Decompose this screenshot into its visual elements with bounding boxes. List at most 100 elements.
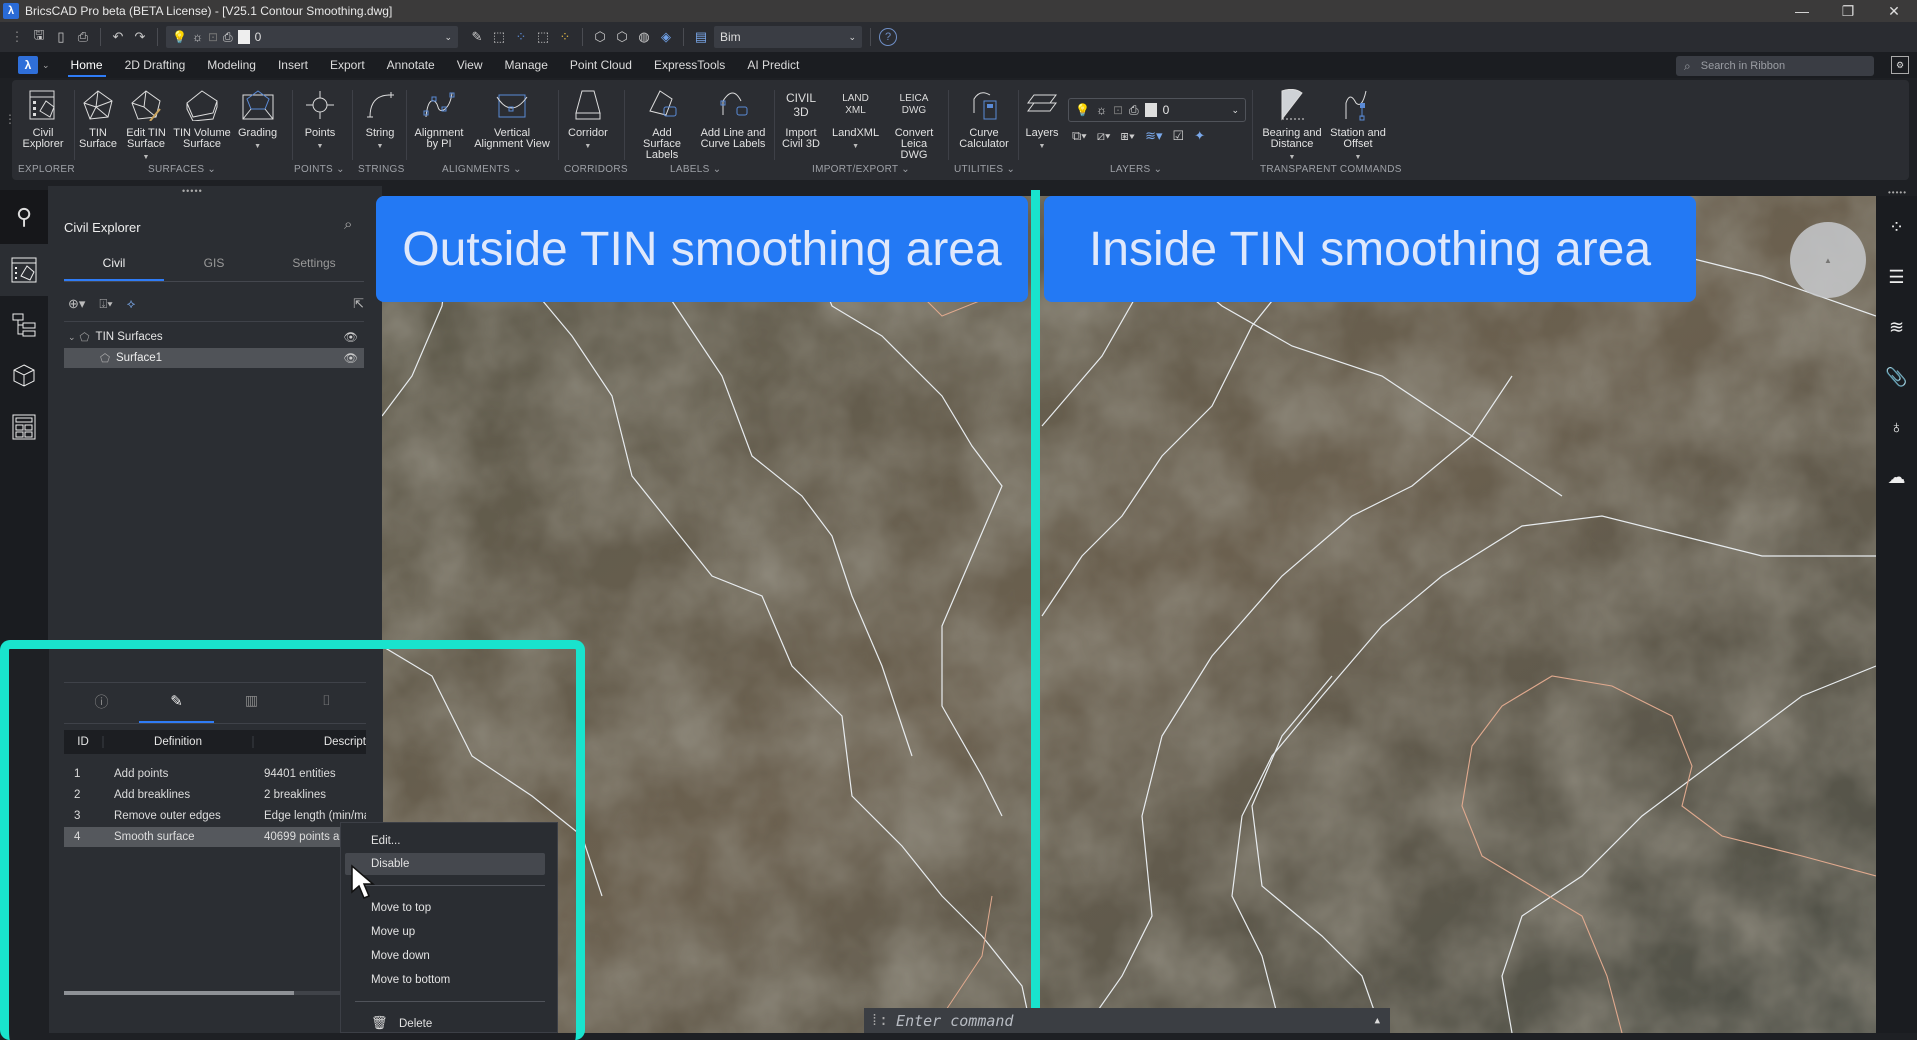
tree-item-surface1[interactable]: ⬠ Surface1 👁	[64, 348, 364, 368]
convert-leica-button[interactable]: LEICA DWG Convert Leica DWG	[886, 86, 942, 161]
tin-volume-surface-button[interactable]: TIN Volume Surface	[172, 86, 232, 150]
landxml-button[interactable]: LAND XML LandXML ▼	[832, 86, 879, 152]
attach-surface-icon[interactable]: ⟡	[127, 296, 136, 312]
cube-hidden-icon[interactable]: ⬡	[613, 28, 631, 46]
restore-button[interactable]: ❐	[1825, 0, 1871, 22]
group-label-utilities[interactable]: UTILITIES ⌄	[954, 164, 1015, 175]
group-label-import-export[interactable]: IMPORT/EXPORT ⌄	[812, 164, 910, 175]
menu-item-disable-label[interactable]: Disable	[371, 858, 409, 870]
redo-icon[interactable]: ↷	[131, 28, 149, 46]
layer-freeze-icon[interactable]: ⧆▾	[1120, 128, 1135, 144]
edit-tin-surface-button[interactable]: Edit TIN Surface ▼	[124, 86, 168, 163]
attachments-button[interactable]: 📎	[1876, 352, 1917, 402]
add-surface-labels-button[interactable]: Add Surface Labels	[632, 86, 692, 161]
tree-group-tin-surfaces[interactable]: ⌄ ⬠ TIN Surfaces 👁	[64, 328, 364, 346]
right-panel-grip[interactable]: •••••	[1888, 188, 1907, 197]
cloud-sync-button[interactable]: ☁	[1876, 452, 1917, 502]
close-button[interactable]: ✕	[1871, 0, 1917, 22]
vertical-alignment-view-button[interactable]: Vertical Alignment View	[472, 86, 552, 150]
tab-annotate[interactable]: Annotate	[376, 52, 446, 78]
balloon-button[interactable]: ♁	[1876, 402, 1917, 452]
civil-explorer-button[interactable]: Civil Explorer	[20, 86, 66, 150]
group-label-alignments[interactable]: ALIGNMENTS ⌄	[442, 164, 522, 175]
select-cursor-icon[interactable]: ⇱	[353, 296, 364, 312]
select-cursor-icon[interactable]: ⬚	[534, 28, 552, 46]
ribbon-layer-combo[interactable]: 💡 ☼ ⊡ ⎙ 0 ⌄	[1068, 98, 1246, 122]
ribbon-grip[interactable]: ⋮	[4, 112, 16, 126]
select-icon[interactable]: ⬚	[490, 28, 508, 46]
command-line[interactable]: ⁞: Enter command ▲	[864, 1008, 1390, 1033]
structure-panel-button[interactable]	[0, 300, 48, 350]
eye-icon[interactable]: 👁	[343, 330, 358, 344]
tab-home[interactable]: Home	[60, 52, 114, 78]
layer-lock-icon[interactable]: ⧄▾	[1097, 128, 1111, 144]
layout-panel-button[interactable]	[0, 402, 48, 452]
layers-button[interactable]: Layers ▼	[1024, 86, 1060, 152]
command-history-toggle-icon[interactable]: ▲	[1375, 1016, 1380, 1026]
tab-modeling[interactable]: Modeling	[196, 52, 267, 78]
import-icon[interactable]: ⍗▾	[99, 296, 112, 312]
menu-item-delete[interactable]: Delete	[399, 1018, 432, 1030]
tab-ai-predict[interactable]: AI Predict	[736, 52, 810, 78]
panel-icon[interactable]: ▤	[692, 28, 710, 46]
tin-surface-button[interactable]: TIN Surface	[78, 86, 118, 150]
tab-manage[interactable]: Manage	[494, 52, 559, 78]
cube-realistic-icon[interactable]: ◈	[657, 28, 675, 46]
menu-item-move-down[interactable]: Move down	[371, 950, 430, 962]
save-as-icon[interactable]: ▯	[52, 28, 70, 46]
station-offset-button[interactable]: Station and Offset ▼	[1330, 86, 1386, 163]
string-button[interactable]: String ▼	[362, 86, 398, 152]
menu-item-move-up[interactable]: Move up	[371, 926, 415, 938]
menu-item-move-to-bottom[interactable]: Move to bottom	[371, 974, 450, 986]
layer-isolate-icon[interactable]: ⧉▾	[1072, 128, 1087, 144]
menu-item-edit[interactable]: Edit...	[371, 835, 400, 847]
civil-explorer-panel-button[interactable]	[0, 244, 48, 296]
eye-icon[interactable]: 👁	[343, 351, 358, 365]
eyedropper-icon[interactable]: ✎	[468, 28, 486, 46]
menu-item-move-to-top[interactable]: Move to top	[371, 902, 431, 914]
viewcube-navigator[interactable]: ▲	[1790, 222, 1866, 298]
layer-check-icon[interactable]: ☑	[1173, 128, 1185, 144]
group-label-labels[interactable]: LABELS ⌄	[670, 164, 721, 175]
ribbon-settings-icon[interactable]: ⚙	[1891, 56, 1909, 74]
add-line-curve-labels-button[interactable]: Add Line and Curve Labels	[700, 86, 766, 150]
cube-shaded-icon[interactable]: ◍	[635, 28, 653, 46]
layer-new-icon[interactable]: ✦	[1194, 128, 1205, 144]
save-icon[interactable]: 🖫	[30, 27, 48, 46]
command-line-grip[interactable]: ⁞:	[870, 1011, 888, 1030]
minimize-button[interactable]: —	[1779, 0, 1825, 22]
layers-panel-button[interactable]: ≋	[1876, 302, 1917, 352]
help-icon[interactable]: ?	[879, 28, 897, 46]
chevron-down-icon[interactable]: ⌄	[42, 60, 50, 71]
search-icon[interactable]: ⌕	[344, 216, 352, 233]
tab-settings[interactable]: Settings	[264, 256, 364, 281]
tab-view[interactable]: View	[446, 52, 494, 78]
layer-match-icon[interactable]: ≋▾	[1145, 128, 1162, 144]
tab-expresstools[interactable]: ExpressTools	[643, 52, 736, 78]
tips-button[interactable]: ⚲	[0, 190, 48, 244]
points-button[interactable]: Points ▼	[302, 86, 338, 152]
command-input[interactable]: Enter command	[896, 1012, 1013, 1030]
layer-combo[interactable]: 💡 ☼ ⊡ ⎙ 0 ⌄	[166, 26, 458, 48]
group-label-points[interactable]: POINTS ⌄	[294, 164, 345, 175]
undo-icon[interactable]: ↶	[109, 28, 127, 46]
drawing-viewport[interactable]: ▲	[382, 196, 1876, 1033]
ribbon-search[interactable]: ⌕ Search in Ribbon	[1676, 56, 1874, 76]
group-label-layers[interactable]: LAYERS ⌄	[1110, 164, 1162, 175]
select-light-icon[interactable]: ⁘	[556, 28, 574, 46]
chevron-down-icon[interactable]: ⌄	[68, 332, 76, 343]
grading-button[interactable]: Grading ▼	[238, 86, 277, 152]
alignment-by-pi-button[interactable]: Alignment by PI	[412, 86, 466, 150]
tab-point-cloud[interactable]: Point Cloud	[559, 52, 643, 78]
properties-button[interactable]: ☰	[1876, 252, 1917, 302]
corridor-button[interactable]: Corridor ▼	[568, 86, 608, 152]
entity-tree-button[interactable]: ⁘	[1876, 202, 1917, 252]
tab-export[interactable]: Export	[319, 52, 376, 78]
tab-insert[interactable]: Insert	[267, 52, 319, 78]
import-civil3d-button[interactable]: CIVIL 3D Import Civil 3D	[780, 86, 822, 150]
bearing-distance-button[interactable]: Bearing and Distance ▼	[1262, 86, 1322, 163]
add-icon[interactable]: ⊕▾	[68, 296, 85, 312]
tab-civil[interactable]: Civil	[64, 256, 164, 281]
curve-calculator-button[interactable]: Curve Calculator	[956, 86, 1012, 150]
cube-wireframe-icon[interactable]: ⬡	[591, 28, 609, 46]
